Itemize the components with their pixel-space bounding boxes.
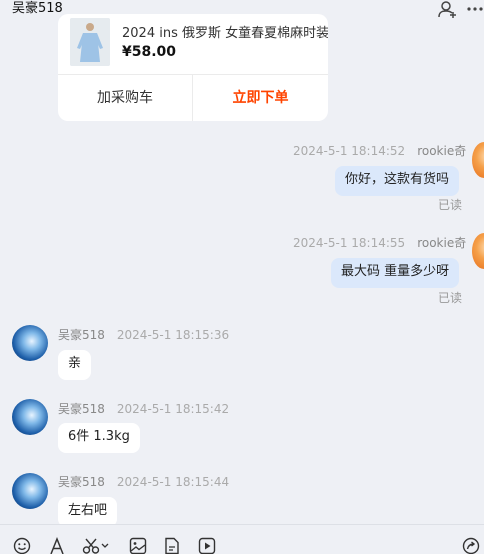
sender-name: rookie奇	[417, 236, 467, 250]
sender-name: 吴豪518	[58, 328, 105, 342]
font-icon[interactable]	[48, 537, 66, 554]
share-icon[interactable]	[462, 537, 480, 554]
message-bubble: 左右吧	[58, 497, 118, 527]
scissors-icon[interactable]	[82, 537, 110, 554]
message-bubble: 最大码 重量多少呀	[331, 258, 460, 288]
read-status: 已读	[438, 291, 463, 305]
product-price: ¥58.00	[122, 44, 177, 60]
input-toolbar	[0, 524, 484, 554]
sender-name: rookie奇	[417, 144, 467, 158]
message-meta: 2024-5-1 18:14:52 rookie奇	[293, 142, 466, 159]
message-time: 2024-5-1 18:14:55	[293, 236, 406, 250]
message-time: 2024-5-1 18:15:44	[116, 475, 230, 489]
add-to-cart-button[interactable]: 加采购车	[58, 75, 192, 121]
avatar[interactable]	[472, 233, 484, 269]
sender-name: 吴豪518	[58, 402, 105, 416]
message-bubble: 6件 1.3kg	[58, 423, 140, 453]
message-meta: 2024-5-1 18:14:55 rookie奇	[293, 234, 466, 251]
buy-now-button[interactable]: 立即下单	[193, 75, 328, 121]
avatar[interactable]	[472, 142, 484, 178]
message-meta: 吴豪518 2024-5-1 18:15:44	[58, 473, 229, 490]
message-meta: 吴豪518 2024-5-1 18:15:42	[58, 400, 229, 417]
add-user-icon[interactable]	[438, 0, 458, 18]
video-icon[interactable]	[198, 537, 216, 554]
product-name[interactable]: 2024 ins 俄罗斯 女童春夏棉麻时装	[122, 22, 328, 41]
avatar[interactable]	[12, 325, 48, 361]
emoji-icon[interactable]	[13, 537, 31, 554]
message-bubble: 你好，这款有货吗	[335, 166, 460, 196]
image-icon[interactable]	[129, 537, 147, 554]
message-time: 2024-5-1 18:15:42	[116, 402, 230, 416]
product-card[interactable]: 2024 ins 俄罗斯 女童春夏棉麻时装 ¥58.00 加采购车 立即下单	[58, 14, 328, 121]
message-time: 2024-5-1 18:15:36	[116, 328, 230, 342]
message-bubble: 亲	[58, 350, 92, 380]
sender-name: 吴豪518	[58, 475, 105, 489]
more-icon[interactable]	[466, 1, 484, 17]
message-meta: 吴豪518 2024-5-1 18:15:36	[58, 326, 229, 343]
product-thumbnail	[70, 18, 110, 66]
avatar[interactable]	[12, 473, 48, 509]
read-status: 已读	[438, 198, 463, 212]
avatar[interactable]	[12, 399, 48, 435]
file-icon[interactable]	[163, 537, 181, 554]
chat-title: 吴豪518	[12, 1, 63, 16]
message-time: 2024-5-1 18:14:52	[293, 144, 406, 158]
